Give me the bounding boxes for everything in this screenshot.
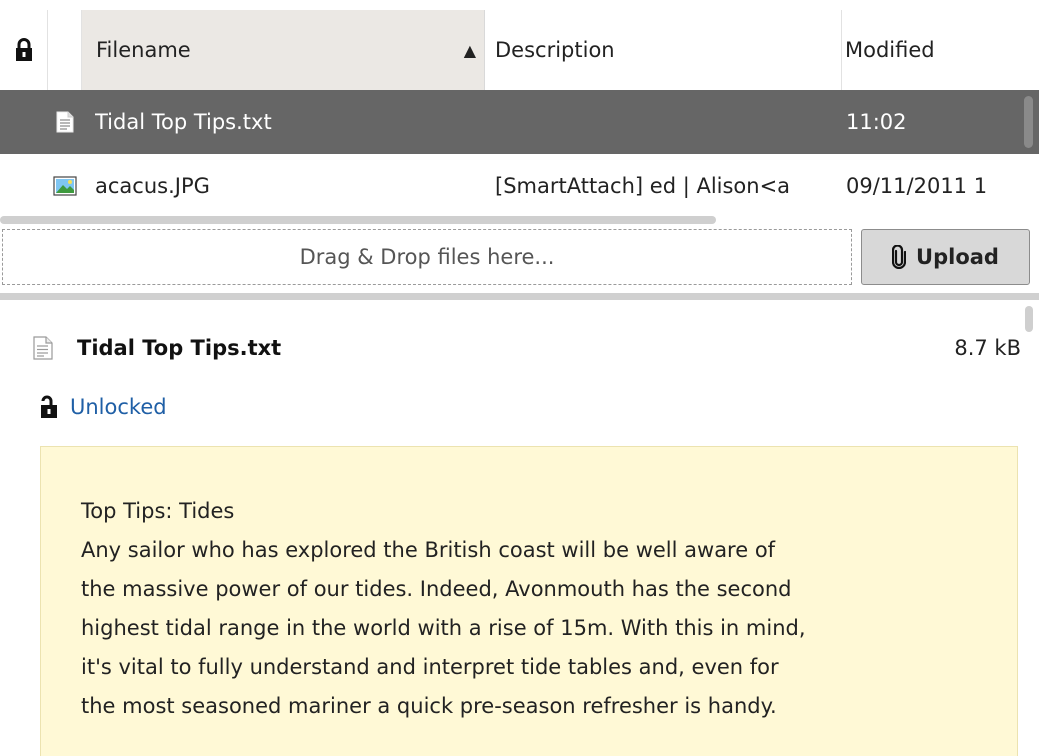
filename-header-label: Filename (96, 38, 191, 62)
image-file-icon (48, 154, 82, 218)
lock-status[interactable]: Unlocked (40, 392, 167, 422)
drop-zone[interactable]: Drag & Drop files here... (2, 229, 852, 285)
description-column-header[interactable]: Description (485, 10, 842, 90)
file-row[interactable]: acacus.JPG [SmartAttach] ed | Alison<a 0… (0, 154, 1039, 218)
file-description: [SmartAttach] ed | Alison<a (495, 174, 791, 198)
lock-icon (15, 38, 33, 62)
icon-column-header (48, 10, 82, 90)
text-file-icon (33, 336, 53, 360)
preview-text-line: Any sailor who has explored the British … (81, 538, 776, 562)
paperclip-icon (892, 245, 907, 269)
preview-text-line: it's vital to fully understand and inter… (81, 655, 779, 679)
preview-text-line: Top Tips: Tides (81, 499, 235, 523)
preview-text-line: the most seasoned mariner a quick pre-se… (81, 694, 777, 718)
file-modified: 11:02 (846, 110, 907, 134)
file-list-vertical-scrollbar[interactable] (1024, 96, 1033, 148)
file-row[interactable]: Tidal Top Tips.txt 11:02 (0, 90, 1039, 154)
file-name: acacus.JPG (95, 174, 210, 198)
upload-button[interactable]: Upload (861, 229, 1030, 285)
sort-ascending-icon: ▲ (463, 40, 476, 60)
upload-button-label: Upload (916, 245, 999, 269)
lock-status-label[interactable]: Unlocked (70, 395, 167, 419)
file-list-horizontal-scrollbar[interactable] (0, 216, 716, 224)
preview-filename: Tidal Top Tips.txt (77, 336, 282, 360)
file-name: Tidal Top Tips.txt (95, 110, 272, 134)
file-description (495, 90, 845, 154)
file-manager: Filename ▲ Description Modified Tidal To… (0, 0, 1039, 756)
text-file-icon (48, 90, 82, 154)
description-header-label: Description (495, 38, 615, 62)
modified-header-label: Modified (845, 38, 935, 62)
preview-file-size: 8.7 kB (954, 336, 1021, 360)
file-modified: 09/11/2011 1 (846, 174, 988, 198)
preview-text-line: the massive power of our tides. Indeed, … (81, 577, 792, 601)
modified-column-header[interactable]: Modified (842, 10, 1039, 90)
filename-column-header[interactable]: Filename ▲ (82, 10, 485, 90)
file-preview-content: Top Tips: Tides Any sailor who has explo… (40, 446, 1018, 756)
lock-column-header[interactable] (0, 10, 48, 90)
file-table-header: Filename ▲ Description Modified (0, 10, 1039, 91)
unlocked-icon (40, 395, 58, 419)
preview-text-line: highest tidal range in the world with a … (81, 616, 806, 640)
pane-splitter[interactable] (0, 293, 1039, 300)
drop-zone-label: Drag & Drop files here... (299, 245, 555, 269)
preview-header: Tidal Top Tips.txt 8.7 kB (0, 324, 1039, 374)
